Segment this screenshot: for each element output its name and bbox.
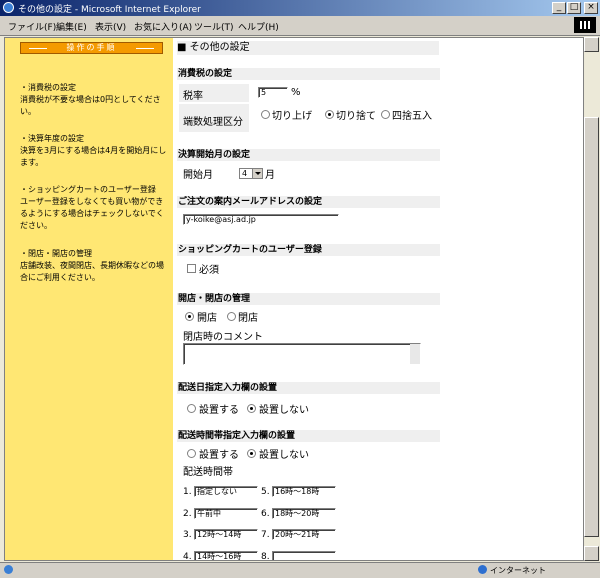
tip-body: 店舗改装、夜間閉店、長期休暇などの場合にご利用ください。 [20,261,164,282]
delivery-date-off-radio[interactable] [247,404,256,413]
tip-tax: ・消費税の設定 消費税が不要な場合は0円としてください。 [20,82,170,118]
vertical-scrollbar[interactable] [584,37,599,561]
fiscal-label: 開始月 [183,170,213,181]
ie-icon [3,2,14,13]
close-button[interactable]: × [584,2,598,14]
rounding-label: 端数処理区分 [183,117,243,128]
section-store-heading: 開店・閉店の管理 [177,293,440,305]
tax-rate-input[interactable]: 5 [258,87,288,98]
tip-cart: ・ショッピングカートのユーザー登録 ユーザー登録をしなくても買い物ができるように… [20,184,170,232]
tax-rate-label: 税率 [183,91,203,102]
cart-required-label: 必須 [199,265,219,276]
menu-view[interactable]: 表示(V) [95,20,126,33]
section-delivery-time-heading: 配送時間帯指定入力欄の設置 [177,430,440,442]
main-content: ■ その他の設定 消費税の設定 税率 5 % 端数処理区分 切り上げ 切り捨て … [177,38,583,561]
section-fiscal-heading: 決算開始月の設定 [177,149,440,161]
fiscal-month-value: 4 [242,169,248,178]
slot-num: 5. [261,487,270,497]
slot-num: 4. [183,552,192,561]
cart-required-checkbox[interactable] [187,264,196,273]
slot-input[interactable]: 午前中 [194,508,258,519]
maximize-button[interactable]: □ [567,2,581,14]
page-icon [4,565,13,574]
tax-rate-unit: % [291,87,301,98]
store-close-radio[interactable] [227,312,236,321]
slot-input[interactable]: 14時～16時 [194,551,258,560]
menu-favorites[interactable]: お気に入り(A) [134,20,192,33]
menu-file[interactable]: ファイル(F) [8,20,56,33]
minimize-button[interactable]: _ [552,2,566,14]
page-viewport: 操作の手順 ・消費税の設定 消費税が不要な場合は0円としてください。 ・決算年度… [4,37,584,561]
delivery-date-on-radio[interactable] [187,404,196,413]
section-tax-heading: 消費税の設定 [177,68,440,80]
scroll-down-button[interactable] [584,546,599,561]
windows-logo-icon [574,17,596,33]
delivery-date-on-label: 設置する [199,405,239,416]
delivery-date-off-label: 設置しない [259,405,309,416]
fiscal-unit: 月 [265,170,275,181]
slot-num: 1. [183,487,192,497]
scroll-up-button[interactable] [584,37,599,52]
menu-tools[interactable]: ツール(T) [194,20,234,33]
tip-title: ・消費税の設定 [20,83,76,92]
fiscal-month-select[interactable]: 4 [239,168,263,179]
menu-edit[interactable]: 編集(E) [56,20,87,33]
tip-body: 決算を3月にする場合は4月を開始月にします。 [20,146,167,167]
section-delivery-date-heading: 配送日指定入力欄の設置 [177,382,440,394]
store-comment-textarea[interactable] [183,343,421,365]
delivery-time-on-radio[interactable] [187,449,196,458]
slot-input[interactable]: 指定しない [194,486,258,497]
slot-input[interactable]: 20時～21時 [272,529,336,540]
slot-num: 6. [261,509,270,519]
delivery-time-on-label: 設置する [199,450,239,461]
nav-line-right [136,48,154,49]
rounding-ceil-label: 切り上げ [272,111,312,122]
rounding-round-radio[interactable] [381,110,390,119]
email-input[interactable]: y-koike@asj.ad.jp [183,214,339,225]
slot-input[interactable]: 12時～14時 [194,529,258,540]
status-bar: インターネット [0,562,600,578]
zone-label: インターネット [490,566,546,575]
tip-store: ・閉店・開店の管理 店舗改装、夜間閉店、長期休暇などの場合にご利用ください。 [20,248,170,284]
store-open-label: 開店 [197,313,217,324]
window-title: その他の設定 - Microsoft Internet Explorer [18,5,201,15]
section-cart-heading: ショッピングカートのユーザー登録 [177,244,440,256]
menu-bar: ファイル(F) 編集(E) 表示(V) お気に入り(A) ツール(T) ヘルプ(… [0,16,600,36]
textarea-scrollbar[interactable] [410,344,420,364]
delivery-time-off-radio[interactable] [247,449,256,458]
slot-num: 2. [183,509,192,519]
tip-fiscal: ・決算年度の設定 決算を3月にする場合は4月を開始月にします。 [20,133,170,169]
delivery-slots-label: 配送時間帯 [183,467,233,478]
store-comment-label: 閉店時のコメント [183,332,263,343]
slot-num: 8. [261,552,270,561]
tip-title: ・閉店・開店の管理 [20,249,92,258]
slot-input[interactable] [272,551,336,560]
nav-steps-bar: 操作の手順 [20,42,163,54]
globe-icon [478,565,487,574]
slot-input[interactable]: 18時～20時 [272,508,336,519]
section-email-heading: ご注文の案内メールアドレスの設定 [177,196,440,208]
tip-title: ・決算年度の設定 [20,134,84,143]
store-close-label: 閉店 [238,313,258,324]
rounding-ceil-radio[interactable] [261,110,270,119]
slot-input[interactable]: 16時～18時 [272,486,336,497]
tip-body: ユーザー登録をしなくても買い物ができるようにする場合はチェックしないでください。 [20,197,164,230]
menu-help[interactable]: ヘルプ(H) [238,20,279,33]
page-title: ■ その他の設定 [177,41,439,55]
rounding-floor-radio[interactable] [325,110,334,119]
chevron-down-icon[interactable] [252,169,262,178]
sidebar: 操作の手順 ・消費税の設定 消費税が不要な場合は0円としてください。 ・決算年度… [5,38,173,560]
scroll-thumb[interactable] [584,117,599,537]
slot-num: 3. [183,530,192,540]
slot-num: 7. [261,530,270,540]
rounding-round-label: 四捨五入 [392,111,432,122]
tip-body: 消費税が不要な場合は0円としてください。 [20,95,161,116]
rounding-floor-label: 切り捨て [336,111,376,122]
delivery-time-off-label: 設置しない [259,450,309,461]
tip-title: ・ショッピングカートのユーザー登録 [20,185,156,194]
store-open-radio[interactable] [185,312,194,321]
window-titlebar: その他の設定 - Microsoft Internet Explorer _ □… [0,0,600,16]
